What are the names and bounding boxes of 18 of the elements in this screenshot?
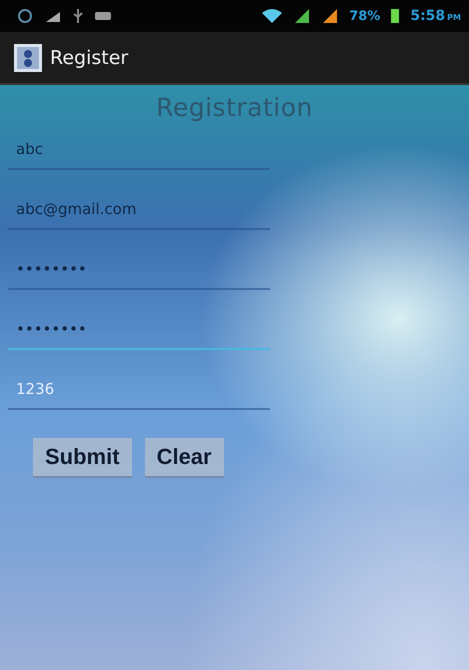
clock-time: 5:58 — [410, 8, 446, 24]
input-field[interactable]: •••••••• — [8, 250, 270, 290]
input-field[interactable]: •••••••• — [8, 310, 270, 350]
form-heading: Registration — [156, 93, 313, 122]
input-field[interactable]: abc — [8, 130, 270, 170]
input-field[interactable]: abc@gmail.com — [8, 190, 270, 230]
clear-button[interactable]: Clear — [144, 438, 224, 478]
battery-percentage: 78% — [349, 8, 380, 24]
clock-meridiem: PM — [447, 13, 461, 22]
signal-icon — [321, 8, 340, 24]
signal-icon — [293, 8, 312, 24]
input-field[interactable]: 1236 — [8, 370, 270, 410]
screen-title: Register — [50, 46, 128, 68]
battery-icon — [390, 8, 400, 24]
usb-icon — [72, 8, 84, 24]
submit-button[interactable]: Submit — [33, 438, 132, 478]
wifi-icon — [261, 8, 284, 24]
app-icon — [14, 44, 42, 72]
